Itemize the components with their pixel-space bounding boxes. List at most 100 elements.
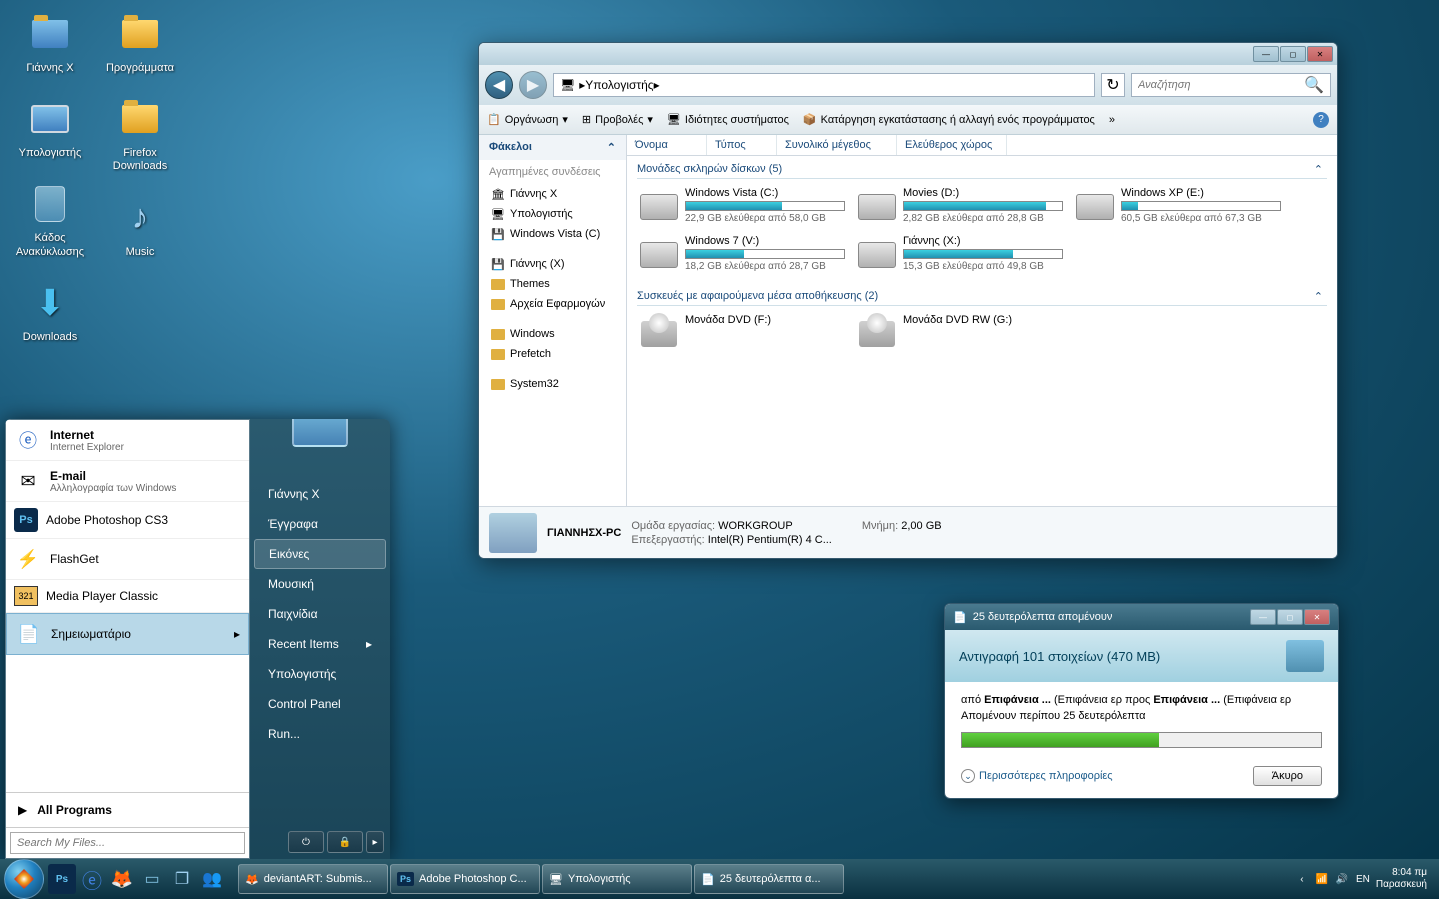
cancel-button[interactable]: Άκυρο [1253,766,1322,786]
search-icon[interactable]: 🔍 [1304,75,1324,95]
help-button[interactable]: ? [1313,112,1329,128]
clock[interactable]: 8:04 πμ Παρασκευή [1376,867,1427,891]
drive-item[interactable]: Movies (D:) 2,82 GB ελεύθερα από 28,8 GB [855,185,1065,229]
col-free[interactable]: Ελεύθερος χώρος [897,135,1007,155]
taskbar-task[interactable]: 🦊 deviantART: Submis... [238,864,388,894]
chevron-up-icon[interactable]: ⌃ [1314,290,1323,303]
drive-item[interactable]: Windows XP (E:) 60,5 GB ελεύθερα από 67,… [1073,185,1283,229]
close-button[interactable]: ✕ [1304,609,1330,625]
language-indicator[interactable]: EN [1356,874,1370,885]
taskbar-task[interactable]: Ps Adobe Photoshop C... [390,864,540,894]
power-button[interactable]: ⏻ [288,831,324,853]
sidebar-fav-computer[interactable]: 🖥Υπολογιστής [479,204,626,224]
desktop-icon-firefox-downloads[interactable]: Firefox Downloads [100,95,180,173]
taskbar-task[interactable]: 📄 25 δευτερόλεπτα α... [694,864,844,894]
tray-volume-icon[interactable]: 🔊 [1334,871,1350,887]
toolbar-organize[interactable]: 📋Οργάνωση ▾ [487,113,568,126]
copy-dialog: 📄 25 δευτερόλεπτα απομένουν — ◻ ✕ Αντιγρ… [944,603,1339,799]
toolbar-sysprops[interactable]: 🖥Ιδιότητες συστήματος [667,113,789,126]
close-button[interactable]: ✕ [1307,46,1333,62]
taskbar-task[interactable]: 🖥 Υπολογιστής [542,864,692,894]
start-right-controlpanel[interactable]: Control Panel [250,689,390,719]
desktop-icon-music[interactable]: ♪Music [100,194,180,259]
col-type[interactable]: Τύπος [707,135,777,155]
start-right-music[interactable]: Μουσική [250,569,390,599]
drive-icon: 💾 [491,257,505,271]
group-removable[interactable]: Συσκευές με αφαιρούμενα μέσα αποθήκευσης… [637,287,1327,306]
more-info-toggle[interactable]: ⌄Περισσότερες πληροφορίες [961,769,1113,783]
ql-photoshop[interactable]: Ps [48,864,76,894]
start-right-documents[interactable]: Έγγραφα [250,509,390,539]
desktop-icon-recycle-bin[interactable]: Κάδος Ανακύκλωσης [10,180,90,258]
quick-launch: Ps ⓔ 🦊 ▭ ❐ 👥 [48,864,226,894]
nav-back-button[interactable]: ◀ [485,71,513,99]
desktop-icon-computer[interactable]: Υπολογιστής [10,95,90,160]
drive-name: Μονάδα DVD (F:) [685,314,845,326]
start-right-games[interactable]: Παιχνίδια [250,599,390,629]
explorer-titlebar[interactable]: — ◻ ✕ [479,43,1337,65]
lock-button[interactable]: 🔒 [327,831,363,853]
taskbar: Ps ⓔ 🦊 ▭ ❐ 👥 🦊 deviantART: Submis... Ps … [0,859,1439,899]
col-total[interactable]: Συνολικό μέγεθος [777,135,897,155]
removable-drive-item[interactable]: Μονάδα DVD RW (G:) [855,312,1065,356]
drive-item[interactable]: Windows Vista (C:) 22,9 GB ελεύθερα από … [637,185,847,229]
sidebar-fav-c[interactable]: 💾Windows Vista (C) [479,224,626,244]
drive-item[interactable]: Γιάννης (X:) 15,3 GB ελεύθερα από 49,8 G… [855,233,1065,277]
start-item-mpc[interactable]: 321Media Player Classic [6,580,249,613]
ql-ie[interactable]: ⓔ [78,864,106,894]
start-item-internet[interactable]: ⓔInternetInternet Explorer [6,420,249,461]
minimize-button[interactable]: — [1253,46,1279,62]
ql-messenger[interactable]: 👥 [198,864,226,894]
sidebar-folder-appfiles[interactable]: Αρχεία Εφαρμογών [479,294,626,314]
refresh-button[interactable]: ↻ [1101,73,1125,97]
sidebar-folders-header[interactable]: Φάκελοι⌃ [479,135,626,160]
maximize-button[interactable]: ◻ [1277,609,1303,625]
ql-switch-windows[interactable]: ❐ [168,864,196,894]
start-search-input[interactable] [10,832,245,854]
removable-drive-item[interactable]: Μονάδα DVD (F:) [637,312,847,356]
start-right-computer[interactable]: Υπολογιστής [250,659,390,689]
chevron-up-icon[interactable]: ⌃ [1314,163,1323,176]
sidebar-folder-system32[interactable]: System32 [479,374,626,394]
user-avatar-icon[interactable] [292,419,348,447]
toolbar-uninstall[interactable]: 📦Κατάργηση εγκατάστασης ή αλλαγή ενός πρ… [803,113,1095,126]
start-menu-places: Γιάννης Χ Έγγραφα Εικόνες Μουσική Παιχνί… [250,419,390,859]
tray-expand-icon[interactable]: ‹ [1294,871,1310,887]
breadcrumb[interactable]: 🖥 ▸ Υπολογιστής ▸ [553,73,1095,97]
start-item-notepad[interactable]: 📄Σημειωματάριο▸ [6,613,249,655]
chevron-up-icon: ⌃ [607,141,616,154]
nav-forward-button[interactable]: ▶ [519,71,547,99]
drive-item[interactable]: Windows 7 (V:) 18,2 GB ελεύθερα από 28,7… [637,233,847,277]
desktop-icon-downloads[interactable]: ⬇Downloads [10,279,90,344]
sidebar-folder-prefetch[interactable]: Prefetch [479,344,626,364]
toolbar-overflow[interactable]: » [1109,114,1115,126]
sidebar-folder-windows[interactable]: Windows [479,324,626,344]
copy-from-to: από Επιφάνεια ... (Επιφάνεια ερ προς Επι… [961,694,1322,706]
minimize-button[interactable]: — [1250,609,1276,625]
desktop-icon-user[interactable]: Γιάννης Χ [10,10,90,75]
start-item-photoshop[interactable]: PsAdobe Photoshop CS3 [6,502,249,539]
dialog-titlebar[interactable]: 📄 25 δευτερόλεπτα απομένουν — ◻ ✕ [945,604,1338,630]
search-input[interactable] [1138,79,1304,91]
all-programs-button[interactable]: ▶All Programs [6,792,249,827]
ql-show-desktop[interactable]: ▭ [138,864,166,894]
ql-firefox[interactable]: 🦊 [108,864,136,894]
start-item-flashget[interactable]: ⚡FlashGet [6,539,249,580]
start-button[interactable] [4,859,44,899]
start-item-email[interactable]: ✉E-mailΑλληλογραφία των Windows [6,461,249,502]
maximize-button[interactable]: ◻ [1280,46,1306,62]
toolbar-views[interactable]: ⊞Προβολές ▾ [582,113,653,126]
sidebar-folder-x[interactable]: 💾Γιάννης (X) [479,254,626,274]
start-right-run[interactable]: Run... [250,719,390,749]
sidebar-fav-user[interactable]: 🏛Γιάννης Χ [479,184,626,204]
group-hard-drives[interactable]: Μονάδες σκληρών δίσκων (5)⌃ [637,160,1327,179]
tray-network-icon[interactable]: 📶 [1314,871,1330,887]
desktop-icon-programs[interactable]: Προγράμματα [100,10,180,75]
start-right-recent[interactable]: Recent Items▸ [250,629,390,659]
start-right-user[interactable]: Γιάννης Χ [250,479,390,509]
sidebar-folder-themes[interactable]: Themes [479,274,626,294]
col-name[interactable]: Όνομα [627,135,707,155]
shutdown-menu-button[interactable]: ▸ [366,831,384,853]
start-right-pictures[interactable]: Εικόνες [254,539,386,569]
explorer-details-pane: ΓΙΑΝΝΗΣΧ-PC Ομάδα εργασίας: WORKGROUP Μν… [479,506,1337,558]
